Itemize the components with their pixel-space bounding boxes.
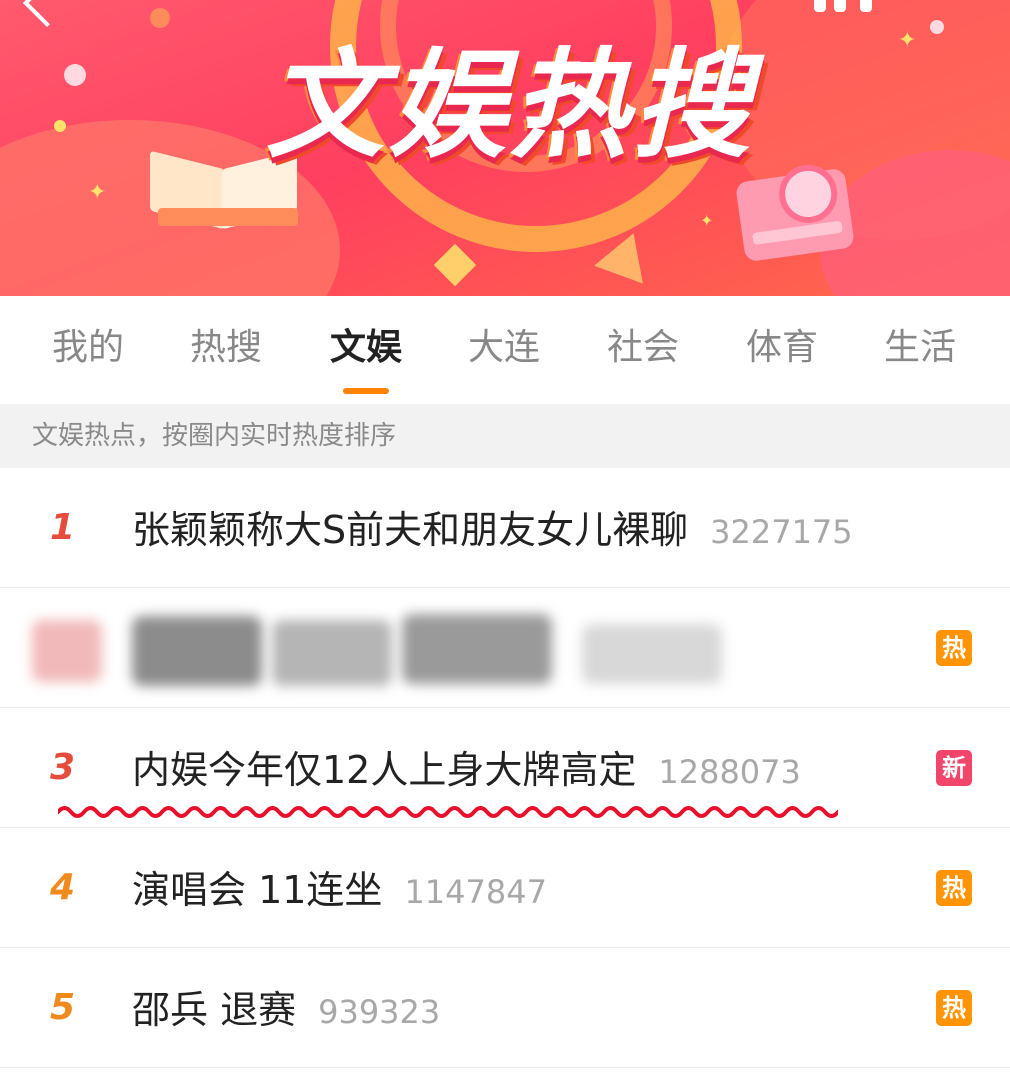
decor-dot (930, 20, 944, 34)
tab-mine[interactable]: 我的 (52, 326, 124, 370)
hot-badge: 热 (936, 630, 972, 666)
hot-search-list: 1 张颖颖称大S前夫和朋友女儿裸聊 3227175 热 3 内娱今年仅12人上身大… (0, 468, 1010, 1068)
decor-dot (54, 120, 66, 132)
section-subtitle-bar: 文娱热点，按圈内实时热度排序 (0, 404, 1010, 468)
list-item[interactable]: 5 邵兵 退赛 939323 热 (0, 948, 1010, 1068)
topic-title[interactable]: 邵兵 退赛 (132, 988, 296, 1032)
decor-dot (150, 8, 170, 28)
tab-hot-search[interactable]: 热搜 (190, 326, 262, 370)
hot-search-banner: ✦ ✦ ✦ 文娱热搜 (0, 0, 1010, 296)
list-item-text: 演唱会 11连坐 1147847 (132, 866, 547, 922)
share-icon[interactable] (812, 0, 880, 14)
topic-title[interactable]: 张颖颖称大S前夫和朋友女儿裸聊 (132, 508, 688, 552)
tab-entertainment[interactable]: 文娱 (330, 326, 402, 370)
list-item[interactable]: 4 演唱会 11连坐 1147847 热 (0, 828, 1010, 948)
rank-number: 1 (50, 507, 76, 548)
heat-count: 3227175 (710, 513, 853, 551)
rank-number: 5 (50, 987, 76, 1028)
heat-count: 1288073 (658, 753, 801, 791)
decor-dot (64, 64, 86, 86)
category-tabs: 我的 热搜 文娱 大连 社会 体育 生活 (0, 296, 1010, 404)
hot-badge: 热 (936, 990, 972, 1026)
new-badge: 新 (936, 750, 972, 786)
heat-count: 1147847 (404, 873, 547, 911)
banner-title: 文娱热搜 (265, 36, 754, 174)
tab-society[interactable]: 社会 (607, 326, 679, 370)
section-subtitle: 文娱热点，按圈内实时热度排序 (32, 421, 397, 451)
list-item-text: 张颖颖称大S前夫和朋友女儿裸聊 3227175 (132, 506, 853, 562)
list-item[interactable]: 1 张颖颖称大S前夫和朋友女儿裸聊 3227175 (0, 468, 1010, 588)
list-item-text: 邵兵 退赛 939323 (132, 986, 440, 1042)
redacted-content (32, 606, 732, 692)
red-squiggle-underline (58, 806, 838, 818)
heat-count: 939323 (318, 993, 441, 1031)
list-item-text: 内娱今年仅12人上身大牌高定 1288073 (132, 746, 801, 802)
rank-number: 3 (50, 747, 76, 788)
decor-diamond (433, 243, 477, 287)
active-tab-indicator (343, 388, 389, 394)
sparkle-icon: ✦ (898, 28, 917, 53)
back-chevron-icon[interactable] (22, 0, 72, 28)
rank-number: 4 (50, 867, 76, 908)
list-item[interactable]: 3 内娱今年仅12人上身大牌高定 1288073 新 (0, 708, 1010, 828)
list-item[interactable]: 热 (0, 588, 1010, 708)
tab-dalian[interactable]: 大连 (468, 326, 540, 370)
camera-icon (734, 161, 856, 263)
sparkle-icon: ✦ (88, 180, 107, 205)
tab-sports[interactable]: 体育 (746, 326, 818, 370)
hot-badge: 热 (936, 870, 972, 906)
sparkle-icon: ✦ (700, 211, 714, 230)
topic-title[interactable]: 演唱会 11连坐 (132, 868, 382, 912)
tab-life[interactable]: 生活 (884, 326, 956, 370)
topic-title[interactable]: 内娱今年仅12人上身大牌高定 (132, 748, 636, 792)
